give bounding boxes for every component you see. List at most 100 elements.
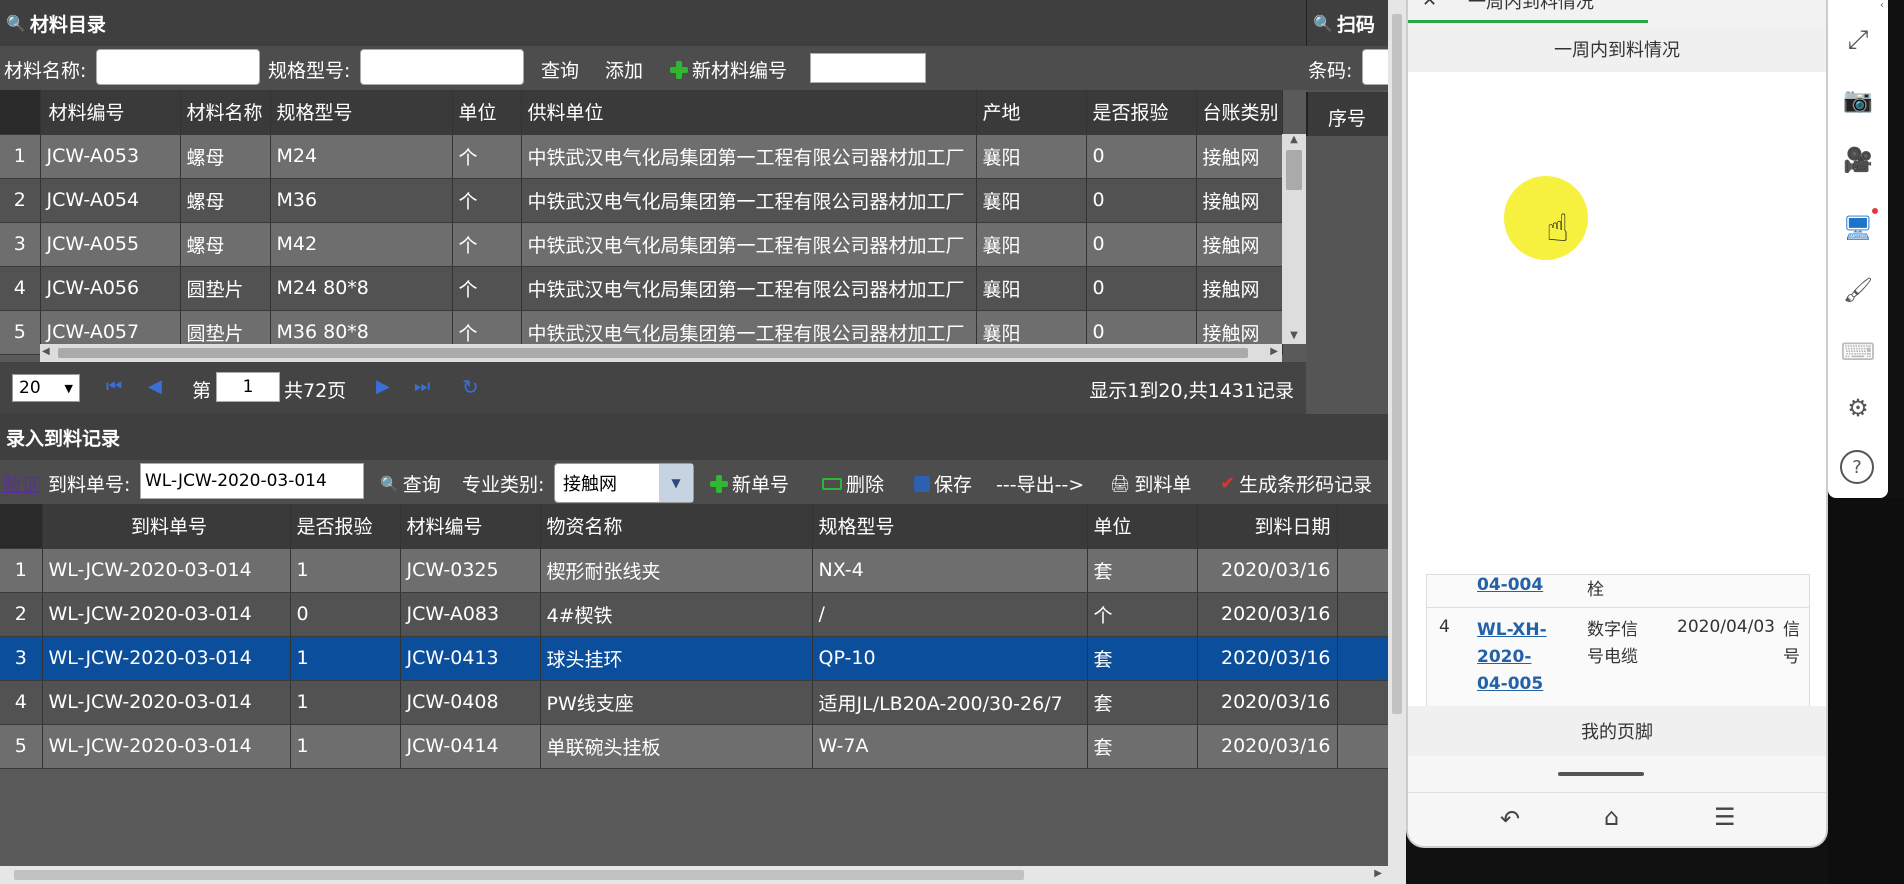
table-row[interactable]: 1 WL-JCW-2020-03-014 1 JCW-0325 楔形耐张线夹 N… — [0, 548, 1388, 593]
spec-label: 规格型号: — [268, 60, 351, 82]
help-icon[interactable]: ? — [1840, 450, 1874, 484]
back-icon[interactable]: ↶ — [1500, 805, 1520, 833]
add-button[interactable]: 添加 — [605, 56, 643, 83]
col-header[interactable]: 材料编号 — [400, 504, 541, 549]
spec-input[interactable] — [360, 49, 524, 85]
camera-icon[interactable]: 📷 — [1840, 82, 1876, 118]
new-number-button[interactable]: 新单号 — [710, 470, 789, 497]
delete-button[interactable]: 删除 — [822, 470, 884, 497]
home-icon[interactable]: ⌂ — [1604, 803, 1619, 831]
col-header[interactable]: 物资名称 — [540, 504, 813, 549]
cell-code: JCW-A055 — [40, 222, 181, 267]
table-row-selected[interactable]: 3 WL-JCW-2020-03-014 1 JCW-0413 球头挂环 QP-… — [0, 636, 1388, 681]
page-number-input[interactable]: 1 — [216, 372, 280, 402]
video-icon[interactable]: 🎥 — [1840, 142, 1876, 178]
strip-collapse-handle[interactable]: ‹ — [1880, 0, 1888, 14]
col-header[interactable]: 是否报验 — [290, 504, 401, 549]
row-link[interactable]: WL-XH- 2020- 04-005 — [1477, 617, 1547, 698]
phone-frame: ✕ 一周内到料情况 一周内到料情况 ☝ 04-004 栓 4 WL-XH- 20… — [1406, 0, 1828, 848]
new-material-code-input[interactable] — [810, 53, 926, 83]
refresh-icon[interactable]: ↻ — [462, 375, 479, 399]
col-header[interactable]: 单位 — [452, 90, 522, 135]
cell-code: JCW-A054 — [40, 178, 181, 223]
page-vertical-scrollbar[interactable] — [1388, 0, 1406, 884]
cell-inspected: 1 — [290, 548, 401, 593]
col-header[interactable]: 规格型号 — [270, 90, 453, 135]
close-icon[interactable]: ✕ — [1422, 0, 1437, 11]
col-header[interactable]: 供料单位 — [521, 90, 977, 135]
table-row[interactable]: 1 JCW-A053 螺母 M24 个 中铁武汉电气化局集团第一工程有限公司器材… — [0, 134, 1283, 179]
gesture-handle[interactable] — [1558, 772, 1644, 776]
chevron-down-icon[interactable]: ▼ — [659, 464, 693, 502]
table-row[interactable]: 2 JCW-A054 螺母 M36 个 中铁武汉电气化局集团第一工程有限公司器材… — [0, 178, 1283, 223]
screen-share-icon[interactable]: 🖥 — [1840, 210, 1876, 246]
phone-footer-text: 我的页脚 — [1581, 722, 1653, 743]
row-number-header — [0, 90, 41, 135]
scroll-down-arrow-icon[interactable]: ▼ — [1282, 330, 1306, 344]
arrival-toolbar: 验证 到料单号: WL-JCW-2020-03-014 🔍 查询 专业类别: 接… — [0, 460, 1388, 504]
scroll-thumb[interactable] — [1392, 14, 1402, 714]
page-horizontal-scrollbar[interactable]: ▶ — [0, 866, 1388, 884]
scroll-right-arrow-icon[interactable]: ▶ — [1270, 346, 1278, 357]
materials-horizontal-scrollbar[interactable]: ◀ ▶ — [40, 344, 1282, 362]
row-link[interactable]: 04-004 — [1477, 575, 1543, 595]
query-button[interactable]: 查询 — [541, 56, 579, 83]
next-page-icon[interactable]: ▶ — [376, 376, 390, 397]
cell-date: 2020/03/16 — [1197, 680, 1338, 725]
col-header[interactable]: 到料日期 — [1197, 504, 1338, 549]
category-select[interactable]: 接触网 ▼ — [554, 463, 694, 503]
col-header[interactable]: 规格型号 — [812, 504, 1088, 549]
table-row[interactable]: 2 WL-JCW-2020-03-014 0 JCW-A083 4#楔铁 / 个… — [0, 592, 1388, 637]
scroll-thumb[interactable] — [58, 348, 1248, 358]
cell-name: 螺母 — [180, 222, 271, 267]
row-link-part: 2020- — [1477, 647, 1532, 667]
table-row[interactable]: 4 JCW-A056 圆垫片 M24 80*8 个 中铁武汉电气化局集团第一工程… — [0, 266, 1283, 311]
arrival-query-label: 查询 — [402, 474, 441, 496]
cell-spec: / — [812, 592, 1088, 637]
col-header[interactable]: 材料编号 — [40, 90, 181, 135]
desktop-background — [1828, 498, 1904, 884]
col-header[interactable]: 材料名称 — [180, 90, 271, 135]
scroll-thumb[interactable] — [14, 870, 1024, 880]
scroll-thumb[interactable] — [1286, 150, 1302, 190]
new-material-code-button[interactable]: 新材料编号 — [670, 56, 787, 83]
materials-vertical-scrollbar[interactable]: ▲ ▼ — [1282, 134, 1306, 344]
first-page-icon[interactable]: ⏮ — [106, 376, 122, 397]
expand-icon[interactable]: ⤢ — [1840, 22, 1876, 58]
loading-progress-bar — [1408, 20, 1648, 23]
cell-inspected: 0 — [290, 592, 401, 637]
scroll-right-arrow-icon[interactable]: ▶ — [1374, 868, 1382, 879]
arrival-panel-title: 录入到料记录 — [0, 414, 1388, 460]
col-header[interactable]: 产地 — [976, 90, 1087, 135]
verify-link[interactable]: 验证 — [2, 470, 40, 497]
table-row[interactable]: 4 WL-JCW-2020-03-014 1 JCW-0408 PW线支座 适用… — [0, 680, 1388, 725]
generate-barcode-button[interactable]: ✔ 生成条形码记录 — [1220, 470, 1372, 497]
col-header[interactable]: 到料单号 — [42, 504, 291, 549]
table-row[interactable]: 3 JCW-A055 螺母 M42 个 中铁武汉电气化局集团第一工程有限公司器材… — [0, 222, 1283, 267]
menu-icon[interactable]: ☰ — [1714, 803, 1736, 831]
table-row[interactable]: 5 WL-JCW-2020-03-014 1 JCW-0414 单联碗头挂板 W… — [0, 724, 1388, 769]
settings-icon[interactable]: ⚙ — [1840, 390, 1876, 426]
save-button[interactable]: 保存 — [914, 470, 972, 497]
last-page-icon[interactable]: ⏭ — [414, 376, 430, 397]
scroll-left-arrow-icon[interactable]: ◀ — [42, 346, 50, 357]
cell-order: WL-JCW-2020-03-014 — [42, 592, 291, 637]
arrival-no-value: WL-JCW-2020-03-014 — [145, 471, 327, 491]
material-name-input[interactable] — [96, 49, 260, 85]
scroll-up-arrow-icon[interactable]: ▲ — [1282, 134, 1306, 148]
col-header[interactable]: 台账类别 — [1196, 90, 1283, 135]
materials-table: 材料编号 材料名称 规格型号 单位 供料单位 产地 是否报验 台账类别 1 JC… — [0, 90, 1283, 355]
col-header[interactable]: 是否报验 — [1086, 90, 1197, 135]
arrival-sheet-button[interactable]: 🖨 到料单 — [1110, 470, 1191, 497]
cell-origin: 襄阳 — [976, 134, 1087, 179]
prev-page-icon[interactable]: ◀ — [148, 376, 162, 397]
arrival-no-input[interactable]: WL-JCW-2020-03-014 — [140, 463, 364, 499]
phone-row[interactable]: 4 WL-XH- 2020- 04-005 数字信 号电缆 2020/04/03… — [1427, 607, 1809, 707]
page-size-select[interactable]: 20 ▼ — [12, 374, 80, 402]
category-value: 接触网 — [563, 474, 617, 495]
arrival-query-button[interactable]: 🔍 查询 — [380, 470, 441, 497]
col-header[interactable]: 单位 — [1087, 504, 1198, 549]
row-number: 3 — [0, 222, 41, 267]
brush-icon[interactable]: 🖌 — [1840, 272, 1876, 308]
seq-col-header[interactable]: 序号 — [1328, 104, 1366, 131]
